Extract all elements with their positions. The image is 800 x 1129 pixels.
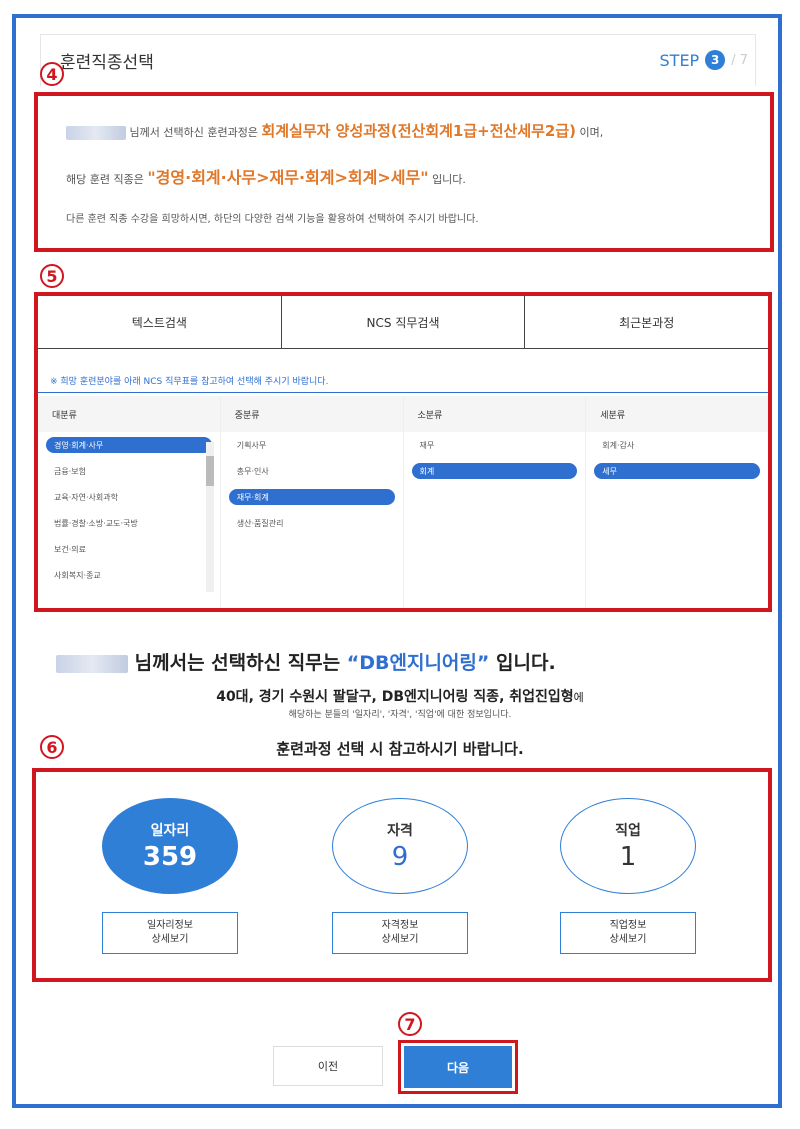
list-item[interactable]: 교육·자연·사회과학 [38,484,220,510]
certs-detail-button[interactable]: 자격정보 상세보기 [332,912,468,954]
list-item[interactable]: 사회복지·종교 [38,562,220,588]
selected-job: “DB엔지니어링” [346,652,490,674]
step-indicator: STEP 3 / 7 [660,50,748,70]
page-title: 훈련직종선택 [60,53,154,73]
guide-line: 다른 훈련 직종 수강을 희망하시면, 하단의 다양한 검색 기능을 활용하여 … [66,214,479,225]
col-major: 대분류 경영·회계·사무 금융·보험 교육·자연·사회과학 법률·경찰·소방·교… [38,396,221,608]
blurred-username [56,654,128,673]
stat-circle[interactable]: 일자리 359 [102,798,238,894]
list-item[interactable]: 기획사무 [221,432,403,458]
col-detail: 세분류 회계·감사 세무 [586,396,768,608]
tab-recent[interactable]: 최근본과정 [525,296,768,348]
job-path-line: 해당 훈련 직종은 "경영·회계·사무>재무·회계>회계>세무" 입니다. [66,168,466,187]
next-button[interactable]: 다음 [404,1046,512,1088]
jobs-detail-button[interactable]: 일자리정보 상세보기 [102,912,238,954]
divider [38,392,768,393]
list-item[interactable]: 보건·의료 [38,536,220,562]
stat-value: 1 [619,842,637,872]
list-item-selected[interactable]: 경영·회계·사무 [46,437,212,453]
stat-value: 9 [391,842,409,872]
job-path: "경영·회계·사무>재무·회계>회계>세무" [147,168,429,187]
col-header: 소분류 [403,396,586,432]
stat-label: 직업 [615,823,641,839]
list-item-selected[interactable]: 재무·회계 [228,489,395,505]
col-middle: 중분류 기획사무 총무·인사 재무·회계 생산·품질관리 [220,396,404,608]
stat-jobs: 일자리 359 일자리정보 상세보기 [100,798,240,954]
scrollbar-thumb[interactable] [205,456,214,486]
col-header: 대분류 [38,396,220,432]
stat-value: 359 [142,842,198,872]
col-header: 중분류 [220,396,403,432]
scrollbar[interactable] [205,442,214,592]
stat-circle[interactable]: 자격 9 [332,798,468,894]
step-label: STEP [659,50,700,70]
course-name: 회계실무자 양성과정(전산회계1급+전산세무2급) [261,122,577,140]
info-message: 해당하는 분들의 '일자리', '자격', '직업'에 대한 정보입니다. [288,710,512,720]
step-number: 3 [705,50,726,70]
col-minor: 소분류 재무 회계 [403,396,587,608]
selected-job-message: 님께서는 선택하신 직무는 “DB엔지니어링” 입니다. [56,648,556,675]
marker-7: 7 [398,1012,422,1036]
tab-text-search[interactable]: 텍스트검색 [38,296,282,348]
search-tabs: 텍스트검색 NCS 직무검색 최근본과정 [38,296,768,349]
list-item[interactable]: 재무 [404,432,586,458]
stat-label: 일자리 [150,823,190,839]
list-item[interactable]: 생산·품질관리 [221,510,403,536]
list-item-selected[interactable]: 회계 [411,463,578,479]
list-item[interactable]: 법률·경찰·소방·교도·국방 [38,510,220,536]
list-item[interactable]: 회계·감사 [586,432,768,458]
stat-circle[interactable]: 직업 1 [560,798,696,894]
stats-box: 일자리 359 일자리정보 상세보기 자격 9 자격정보 상세보기 직업 1 직… [32,768,772,982]
occupations-detail-button[interactable]: 직업정보 상세보기 [560,912,696,954]
stat-occupations: 직업 1 직업정보 상세보기 [558,798,698,954]
tab-ncs-search[interactable]: NCS 직무검색 [282,296,526,348]
marker-4: 4 [40,62,64,86]
search-box: 텍스트검색 NCS 직무검색 최근본과정 ※ 희망 훈련분야를 아래 NCS 직… [34,292,772,612]
blurred-username [66,126,126,140]
reference-message: 훈련과정 선택 시 참고하시기 바랍니다. [276,740,524,758]
col-header: 세분류 [586,396,768,432]
stat-certs: 자격 9 자격정보 상세보기 [330,798,470,954]
ncs-columns: 대분류 경영·회계·사무 금융·보험 교육·자연·사회과학 법률·경찰·소방·교… [38,396,768,608]
course-line: 님께서 선택하신 훈련과정은 회계실무자 양성과정(전산회계1급+전산세무2급)… [66,120,603,141]
profile-message: 40대, 경기 수원시 팔달구, DB엔지니어링 직종, 취업진입형에 [216,689,584,705]
course-info-box: 님께서 선택하신 훈련과정은 회계실무자 양성과정(전산회계1급+전산세무2급)… [34,92,774,252]
marker-5: 5 [40,264,64,288]
list-item[interactable]: 금융·보험 [38,458,220,484]
prev-button[interactable]: 이전 [273,1046,383,1086]
list-item[interactable]: 총무·인사 [221,458,403,484]
ncs-notice: ※ 희망 훈련분야를 아래 NCS 직무표를 참고하여 선택해 주시기 바랍니다… [50,377,329,387]
stat-label: 자격 [387,823,413,839]
list-item-selected[interactable]: 세무 [594,463,760,479]
step-total: / 7 [731,52,748,68]
